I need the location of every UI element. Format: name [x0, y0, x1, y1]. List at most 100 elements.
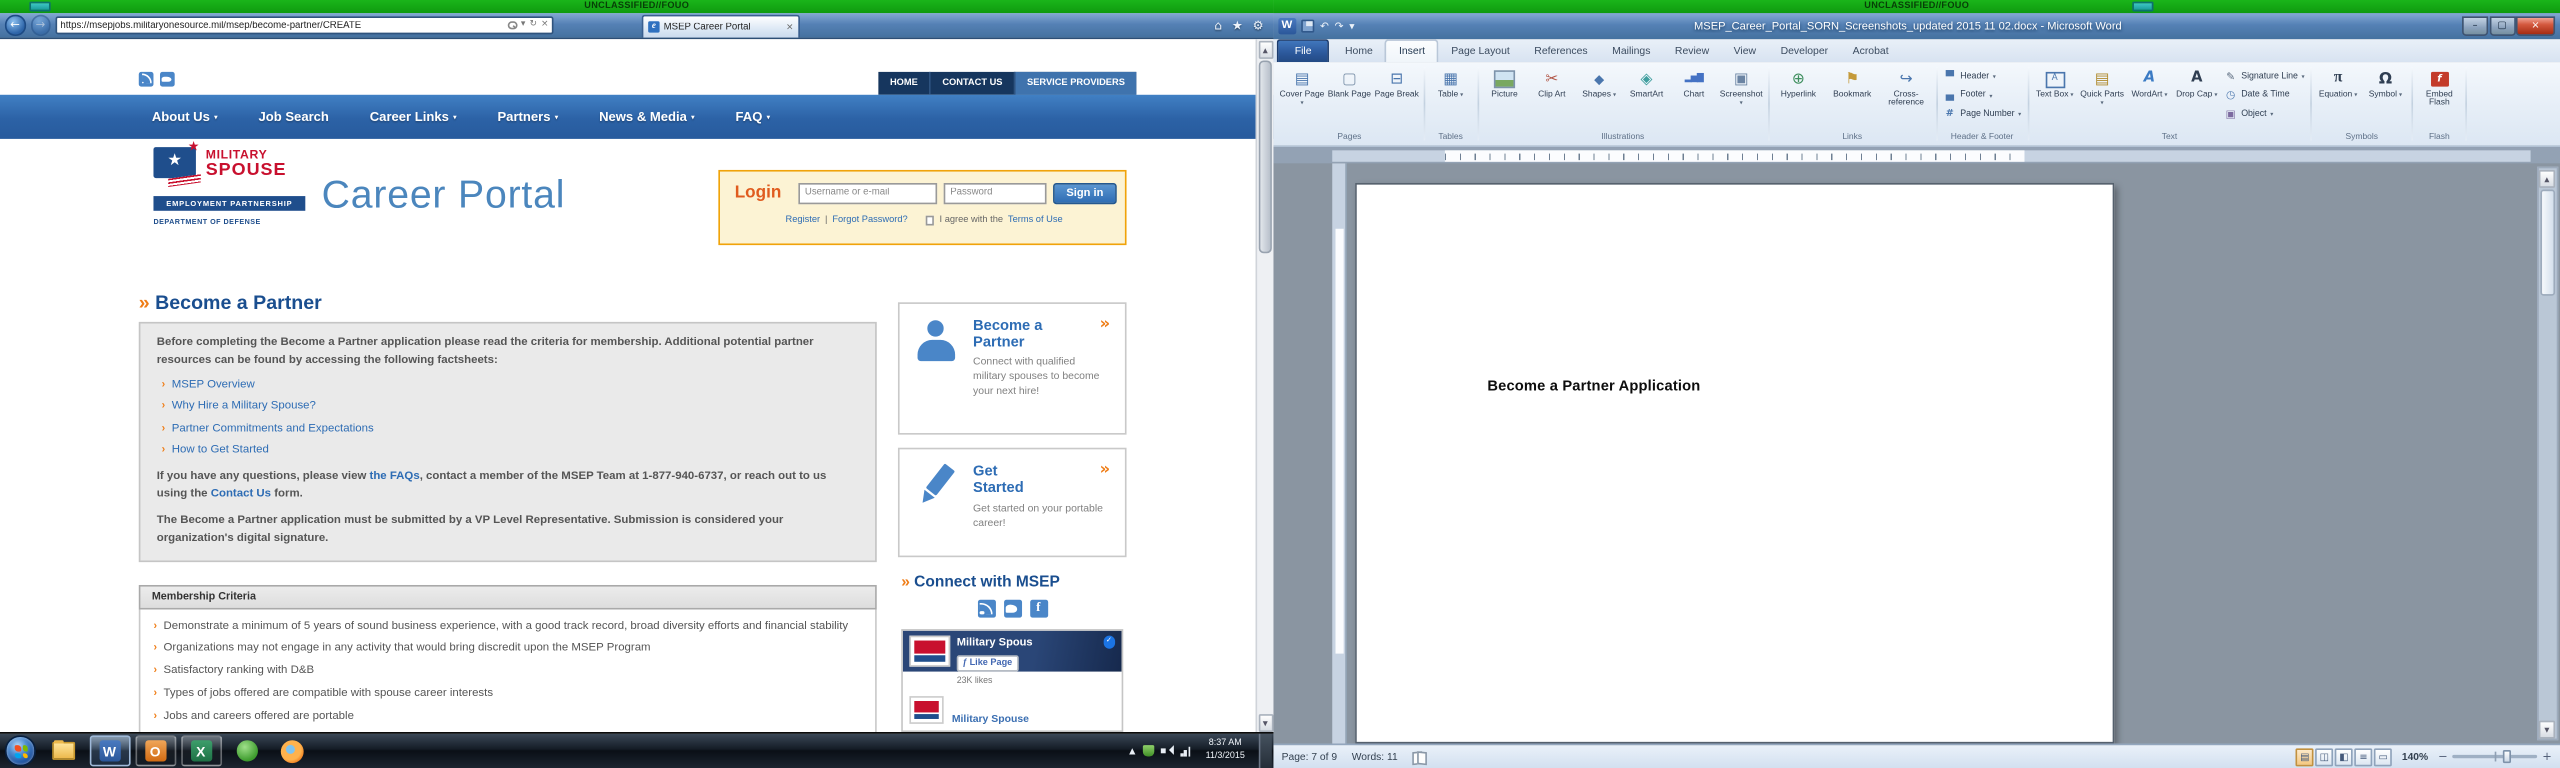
- clip-art-button[interactable]: Clip Art: [1528, 64, 1575, 100]
- start-button[interactable]: [5, 736, 35, 766]
- browser-scrollbar[interactable]: [1256, 39, 1274, 732]
- footer-button[interactable]: Footer: [1943, 88, 2021, 102]
- header-button[interactable]: Header: [1943, 69, 2021, 83]
- tools-icon[interactable]: [1253, 19, 1264, 31]
- like-page-button[interactable]: Like Page: [957, 654, 1019, 670]
- word-scrollbar[interactable]: [2536, 167, 2557, 741]
- maximize-button[interactable]: [2489, 16, 2515, 36]
- screenshot-button[interactable]: Screenshot: [1718, 64, 1765, 110]
- taskbar-word-button[interactable]: [89, 735, 130, 766]
- nav-about-us[interactable]: About Us: [152, 109, 218, 124]
- forgot-password-link[interactable]: Forgot Password?: [832, 216, 907, 226]
- tab-insert[interactable]: Insert: [1385, 40, 1439, 62]
- tab-references[interactable]: References: [1522, 42, 1600, 63]
- page-number-button[interactable]: Page Number: [1943, 107, 2021, 121]
- scroll-down-button[interactable]: [1258, 713, 1273, 731]
- taskbar-outlook-button[interactable]: [135, 735, 176, 766]
- fullscreen-reading-view-button[interactable]: [2315, 748, 2333, 766]
- document-text[interactable]: Become a Partner Application: [1487, 377, 1700, 393]
- cover-page-button[interactable]: Cover Page: [1278, 64, 1325, 110]
- page-indicator[interactable]: Page: 7 of 9: [1282, 751, 1337, 762]
- hidden-icons-chevron[interactable]: [1129, 746, 1135, 756]
- print-layout-view-button[interactable]: [2296, 748, 2314, 766]
- favorites-icon[interactable]: [1232, 19, 1243, 31]
- web-layout-view-button[interactable]: [2335, 748, 2353, 766]
- zoom-thumb[interactable]: [2503, 750, 2510, 764]
- facebook-icon[interactable]: [1029, 600, 1047, 618]
- zoom-track[interactable]: [2452, 755, 2537, 759]
- object-button[interactable]: Object: [2224, 107, 2305, 121]
- signature-line-button[interactable]: Signature Line: [2224, 69, 2305, 83]
- msep-overview-link[interactable]: MSEP Overview: [172, 377, 255, 394]
- smartart-button[interactable]: SmartArt: [1623, 64, 1670, 100]
- tab-home[interactable]: Home: [1333, 42, 1385, 63]
- contact-us-link[interactable]: Contact Us: [211, 488, 271, 499]
- page-break-button[interactable]: Page Break: [1373, 64, 1420, 100]
- terms-of-use-link[interactable]: Terms of Use: [1008, 216, 1063, 226]
- home-icon[interactable]: [1214, 19, 1222, 31]
- rss-icon[interactable]: [977, 600, 995, 618]
- rss-icon[interactable]: [139, 72, 154, 87]
- utility-home-link[interactable]: HOME: [879, 72, 930, 94]
- facebook-second-name[interactable]: Military Spouse: [952, 714, 1029, 725]
- quick-access-dropdown-icon[interactable]: [1349, 21, 1354, 32]
- outline-view-button[interactable]: [2355, 748, 2373, 766]
- drop-cap-button[interactable]: Drop Cap: [2173, 64, 2220, 100]
- cross-reference-button[interactable]: Cross-reference: [1879, 64, 1933, 110]
- zoom-slider[interactable]: [2438, 751, 2552, 762]
- address-bar[interactable]: https://msepjobs.militaryonesource.mil/m…: [56, 16, 554, 35]
- undo-icon[interactable]: [1320, 21, 1329, 32]
- bookmark-button[interactable]: Bookmark: [1825, 64, 1879, 100]
- facebook-second-item[interactable]: Military Spouse: [909, 696, 1029, 725]
- browser-tab[interactable]: MSEP Career Portal: [642, 15, 800, 38]
- draft-view-button[interactable]: [2374, 748, 2392, 766]
- twitter-icon[interactable]: [160, 72, 175, 87]
- network-icon[interactable]: [1180, 745, 1191, 756]
- password-input[interactable]: [944, 182, 1047, 203]
- minimize-button[interactable]: [2462, 16, 2488, 36]
- symbol-button[interactable]: Symbol: [2362, 64, 2409, 100]
- show-desktop-button[interactable]: [1259, 733, 1272, 768]
- scroll-up-button[interactable]: [1258, 40, 1273, 58]
- back-icon[interactable]: [5, 15, 25, 35]
- security-tray-icon[interactable]: [1143, 745, 1154, 756]
- scroll-up-button[interactable]: [2539, 169, 2555, 187]
- tab-page-layout[interactable]: Page Layout: [1439, 42, 1522, 63]
- stop-icon[interactable]: [541, 21, 549, 30]
- blank-page-button[interactable]: Blank Page: [1326, 64, 1373, 100]
- vertical-ruler[interactable]: [1332, 163, 1347, 743]
- table-button[interactable]: Table: [1427, 64, 1474, 100]
- zoom-out-icon[interactable]: [2438, 751, 2448, 762]
- nav-news-media[interactable]: News & Media: [599, 109, 695, 124]
- date-time-button[interactable]: Date & Time: [2224, 88, 2305, 102]
- picture-button[interactable]: Picture: [1481, 64, 1528, 100]
- taskbar-excel-button[interactable]: [180, 735, 221, 766]
- tab-file[interactable]: File: [1277, 40, 1330, 62]
- forward-icon[interactable]: [30, 15, 50, 35]
- refresh-icon[interactable]: [529, 21, 537, 30]
- banner-tool-button[interactable]: [29, 2, 50, 12]
- become-partner-card[interactable]: Become a Partner Connect with qualified …: [898, 302, 1127, 434]
- get-started-card[interactable]: Get Started Get started on your portable…: [898, 448, 1127, 557]
- word-count[interactable]: Words: 11: [1352, 751, 1398, 762]
- taskbar-clock[interactable]: 8:37 AM 11/3/2015: [1199, 739, 1251, 762]
- redo-icon[interactable]: [1335, 21, 1344, 32]
- faqs-link[interactable]: the FAQs: [370, 471, 420, 482]
- tab-developer[interactable]: Developer: [1768, 42, 1840, 63]
- zoom-in-icon[interactable]: [2542, 751, 2552, 762]
- tab-view[interactable]: View: [1721, 42, 1768, 63]
- nav-career-links[interactable]: Career Links: [370, 109, 457, 124]
- msep-logo[interactable]: MILITARY SPOUSE EMPLOYMENT PARTNERSHIP D…: [153, 144, 310, 245]
- volume-icon[interactable]: [1162, 745, 1173, 756]
- partner-commitments-link[interactable]: Partner Commitments and Expectations: [172, 421, 374, 438]
- tab-mailings[interactable]: Mailings: [1600, 42, 1663, 63]
- shapes-button[interactable]: Shapes: [1576, 64, 1623, 100]
- tab-review[interactable]: Review: [1663, 42, 1722, 63]
- tab-close-icon[interactable]: [786, 22, 794, 32]
- equation-button[interactable]: Equation: [2314, 64, 2361, 100]
- banner-tool-button[interactable]: [2132, 2, 2153, 12]
- why-hire-link[interactable]: Why Hire a Military Spouse?: [172, 399, 316, 416]
- username-input[interactable]: [798, 182, 937, 203]
- text-box-button[interactable]: Text Box: [2031, 64, 2078, 100]
- register-link[interactable]: Register: [786, 216, 821, 226]
